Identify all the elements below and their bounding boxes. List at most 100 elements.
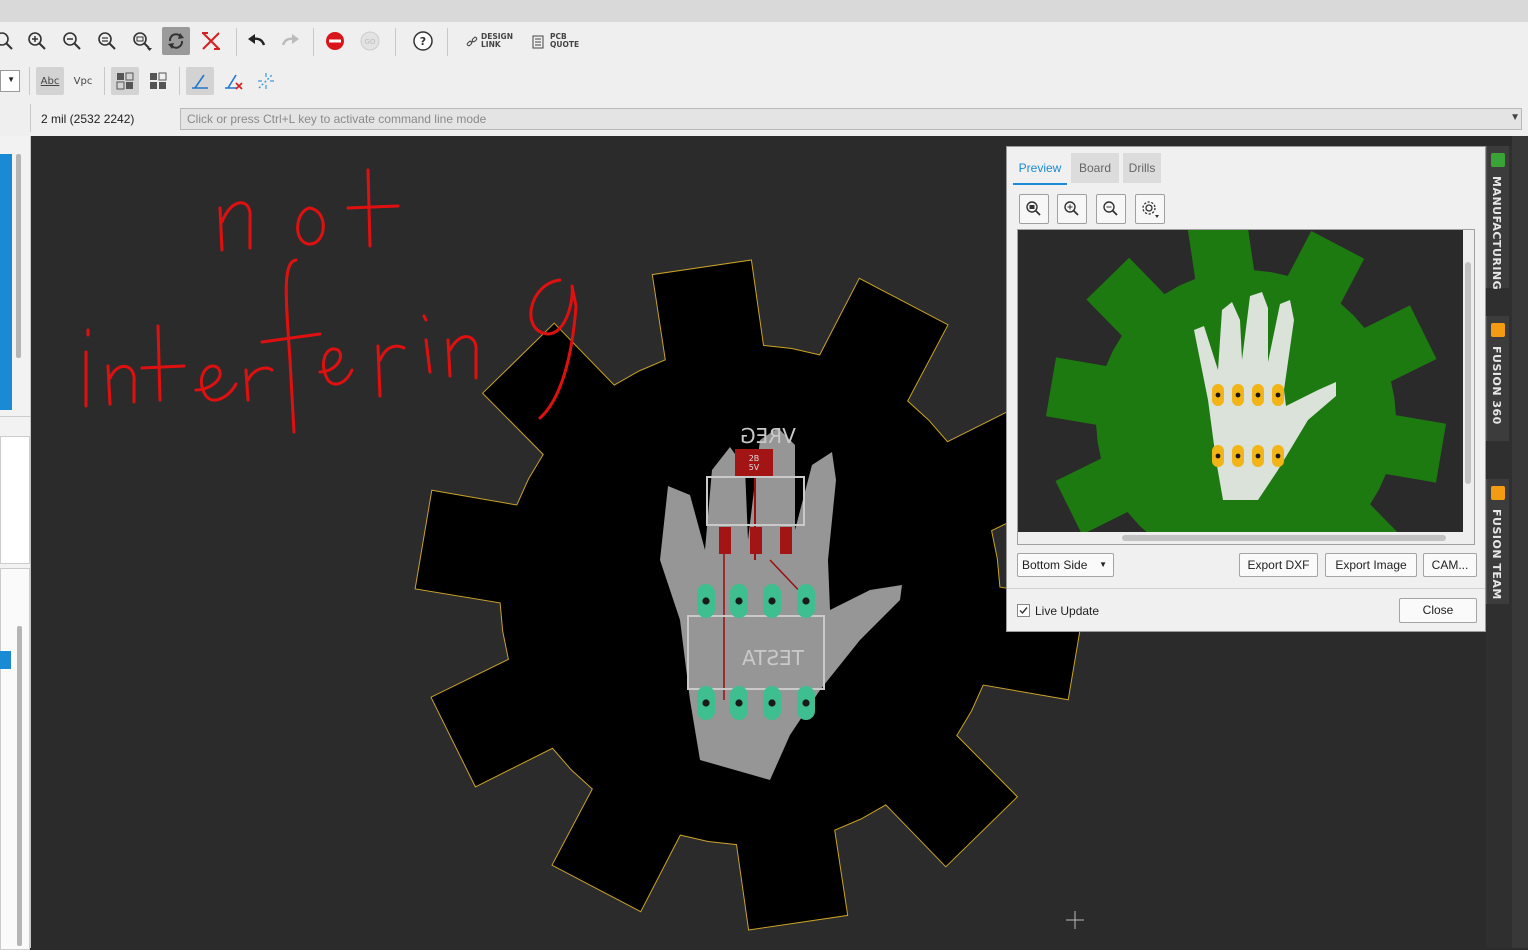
preview-zoom-fit-button[interactable] [1019, 194, 1049, 224]
preview-pad-hole [1235, 453, 1241, 459]
preview-pad-hole [1235, 392, 1241, 398]
vpc-icon: Vpc [73, 75, 93, 87]
link-icon [466, 36, 478, 47]
scrollbar-thumb[interactable] [17, 626, 22, 946]
selected-list-item[interactable] [0, 154, 12, 410]
live-update-label: Live Update [1035, 604, 1100, 618]
design-link-button[interactable]: DESIGN LINK [466, 33, 518, 53]
abc-icon: Abc [40, 75, 60, 87]
tab-preview[interactable]: Preview [1013, 153, 1067, 185]
zoom-in-icon [1064, 201, 1079, 216]
text-normal-button[interactable]: Abc [36, 67, 64, 95]
scrollbar-thumb[interactable] [16, 154, 21, 358]
tab-fusion-360[interactable]: FUSION 360 [1486, 316, 1509, 441]
preview-pad-hole [1215, 453, 1221, 459]
fusion-360-icon [1491, 323, 1505, 337]
regulator-text-2: 5V [749, 463, 760, 472]
grid-view-icon[interactable] [111, 67, 139, 95]
tab-fusion-360-label: FUSION 360 [1490, 346, 1503, 425]
panel-divider [0, 416, 30, 417]
preview-zoom-in-button[interactable] [1057, 194, 1087, 224]
tab-manufacturing[interactable]: MANUFACTURING [1486, 146, 1509, 290]
tab-fusion-team-label: FUSION TEAM [1490, 509, 1503, 600]
preview-settings-button[interactable] [1135, 194, 1165, 224]
chevron-down-icon: ▼ [1099, 560, 1107, 569]
export-dxf-button[interactable]: Export DXF [1239, 553, 1318, 577]
tab-board[interactable]: Board [1071, 153, 1119, 183]
route-off-icon[interactable] [219, 67, 247, 95]
preview-pad-hole [1255, 453, 1261, 459]
command-line-input[interactable]: Click or press Ctrl+L key to activate co… [180, 108, 1522, 130]
side-select-value: Bottom Side [1022, 558, 1088, 572]
preview-pad-hole [1255, 392, 1261, 398]
testa-label: TESTA [742, 646, 805, 670]
cam-button[interactable]: CAM... [1423, 553, 1477, 577]
go-icon[interactable]: GO [356, 27, 384, 55]
selected-list-item[interactable] [0, 651, 11, 669]
manufacturing-icon [1491, 153, 1505, 167]
tab-drills[interactable]: Drills [1123, 153, 1161, 183]
side-select[interactable]: Bottom Side ▼ [1017, 553, 1114, 577]
redraw-icon[interactable] [162, 27, 190, 55]
layout-view-icon[interactable] [144, 67, 172, 95]
list-box[interactable] [0, 436, 30, 564]
pcb-quote-button[interactable]: PCB QUOTE [532, 33, 582, 53]
manufacturing-preview-panel: Preview Board Drills Bottom Side ▼ Expor… [1006, 146, 1486, 632]
pcb-quote-label-2: QUOTE [550, 40, 580, 49]
checkmark-icon [1019, 607, 1028, 615]
ratsnest-icon[interactable] [197, 27, 225, 55]
preview-zoom-out-button[interactable] [1096, 194, 1126, 224]
text-mirror-button[interactable]: Vpc [69, 67, 97, 95]
close-button[interactable]: Close [1399, 598, 1477, 623]
stop-icon[interactable] [321, 27, 349, 55]
toolbar-divider [104, 67, 105, 95]
regulator-text-1: 2B [749, 454, 760, 463]
preview-horizontal-scrollbar-thumb[interactable] [1122, 535, 1446, 541]
vreg-label: VREG [740, 424, 796, 448]
header-pad-hole [768, 699, 776, 707]
undo-icon[interactable] [242, 27, 270, 55]
left-panel [0, 136, 31, 950]
list-box[interactable] [0, 568, 30, 950]
export-image-button[interactable]: Export Image [1325, 553, 1417, 577]
header-pad-hole [702, 597, 710, 605]
preview-pad-hole [1275, 392, 1281, 398]
design-link-label-2: LINK [481, 40, 501, 49]
coordinate-readout: 2 mil (2532 2242) [41, 112, 135, 126]
cursor-crosshair [1066, 911, 1084, 929]
help-icon-glyph: ? [420, 35, 426, 48]
toolbar-divider [395, 28, 396, 56]
toolbar-divider [447, 28, 448, 56]
svg-text:GO: GO [365, 38, 376, 46]
chevron-down-icon[interactable]: ▼ [1510, 112, 1520, 123]
board-preview-view[interactable] [1017, 229, 1475, 545]
toolbar-divider [29, 67, 30, 95]
right-edge-strip [1512, 136, 1528, 948]
layer-dropdown[interactable]: ▼ [0, 70, 20, 92]
header-pad-hole [735, 699, 743, 707]
zoom-out-icon[interactable] [58, 27, 86, 55]
redo-icon[interactable] [277, 27, 305, 55]
route-angle-icon[interactable] [186, 67, 214, 95]
zoom-out-icon [1103, 201, 1118, 216]
toolbar-divider [30, 104, 31, 132]
toolbar-divider [179, 67, 180, 95]
tab-fusion-team[interactable]: FUSION TEAM [1486, 479, 1509, 604]
help-icon[interactable]: ? [409, 27, 437, 55]
preview-pad-hole [1275, 453, 1281, 459]
document-icon [532, 35, 544, 49]
zoom-fit-icon[interactable] [0, 27, 18, 55]
main-toolbar: GO ? DESIGN LINK PCB QUOTE [0, 22, 1528, 62]
live-update-checkbox[interactable] [1017, 604, 1030, 617]
side-tabs: MANUFACTURING FUSION 360 FUSION TEAM [1486, 146, 1512, 948]
zoom-in-icon[interactable] [23, 27, 51, 55]
toolbar-divider [313, 28, 314, 56]
zoom-previous-icon[interactable] [93, 27, 121, 55]
title-strip [0, 0, 1528, 23]
preview-pad-hole [1215, 392, 1221, 398]
zoom-select-icon[interactable] [128, 27, 156, 55]
airwire-icon[interactable] [252, 67, 280, 95]
preview-vertical-scrollbar-thumb[interactable] [1465, 262, 1471, 484]
header-pad-hole [735, 597, 743, 605]
secondary-toolbar: ▼ Abc Vpc [0, 61, 1528, 102]
